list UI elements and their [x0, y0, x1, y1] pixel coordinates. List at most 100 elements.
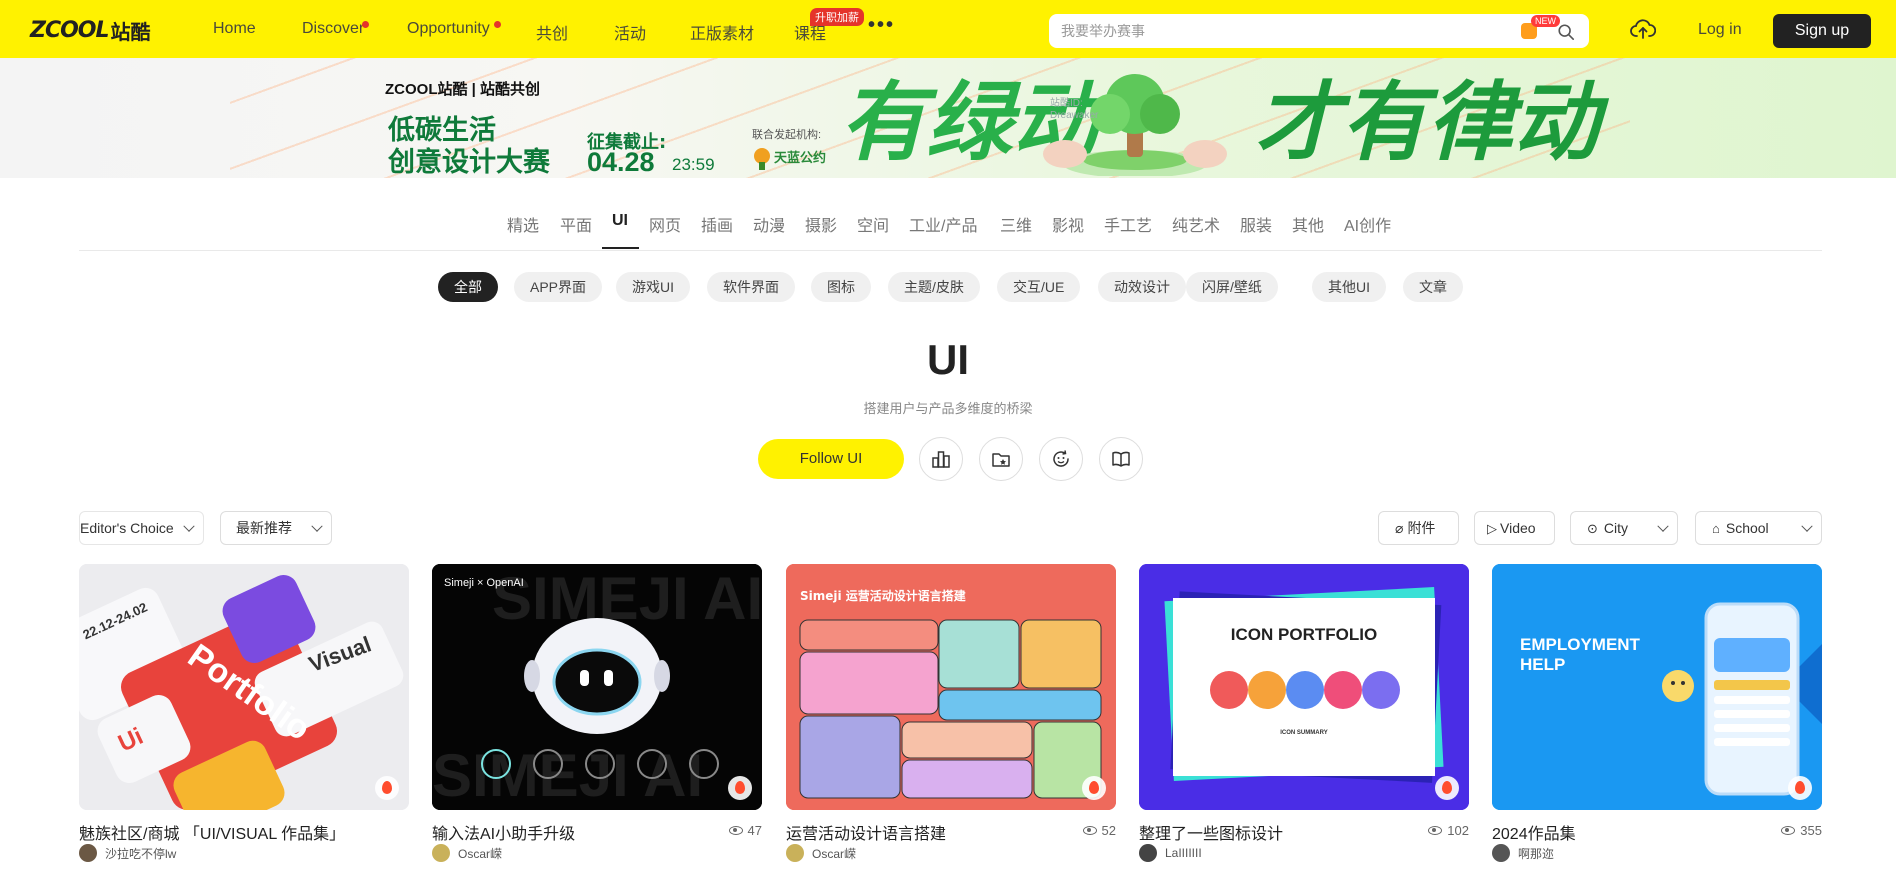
tab-dongman[interactable]: 动漫	[753, 212, 785, 236]
c2-watermark-bottom: SIMEJI AI	[432, 742, 703, 809]
tab-ai-chuangzuo[interactable]: AI创作	[1344, 212, 1391, 236]
refresh-button[interactable]	[1039, 437, 1083, 481]
tab-chahua[interactable]: 插画	[701, 212, 733, 236]
hot-fire-icon	[1435, 776, 1459, 800]
work-author[interactable]: 沙拉吃不停lw	[79, 844, 176, 862]
work-thumbnail[interactable]: EMPLOYMENT HELP	[1492, 564, 1822, 810]
banner-organizer-label: 联合发起机构:	[752, 129, 822, 141]
sort-label: 最新推荐	[236, 520, 292, 536]
nav-huodong[interactable]: 活动	[614, 20, 646, 44]
work-title[interactable]: 运营活动设计语言搭建	[786, 820, 946, 844]
banner-deadline-date: 04.28	[587, 147, 655, 177]
tab-fuzhuang[interactable]: 服装	[1240, 212, 1272, 236]
subtab-articles[interactable]: 文章	[1403, 272, 1463, 302]
city-label: City	[1603, 520, 1629, 536]
sort-select[interactable]: 最新推荐	[220, 511, 332, 545]
work-author[interactable]: 啊那迩	[1492, 844, 1554, 862]
video-label: Video	[1500, 520, 1536, 536]
tab-qita[interactable]: 其他	[1292, 212, 1324, 236]
search-box: NEW	[1049, 14, 1589, 48]
avatar	[786, 844, 804, 862]
tab-gongye-chanpin[interactable]: 工业/产品	[909, 212, 977, 236]
chevron-down-icon	[1657, 520, 1669, 532]
tab-kongjian[interactable]: 空间	[857, 212, 889, 236]
nav-opportunity[interactable]: Opportunity	[407, 20, 490, 38]
work-title[interactable]: 输入法AI小助手升级	[432, 820, 575, 844]
active-tab-underline	[602, 247, 639, 249]
subtab-game-ui[interactable]: 游戏UI	[616, 272, 690, 302]
work-thumbnail[interactable]: 22.12-24.02 Portfolio Visual Ui	[79, 564, 409, 810]
tab-wangye[interactable]: 网页	[649, 212, 681, 236]
refresh-smile-icon	[1053, 450, 1069, 467]
subtab-icons[interactable]: 图标	[811, 272, 871, 302]
logo-text-en: ZCOOL	[30, 17, 110, 43]
tab-chunyishu[interactable]: 纯艺术	[1172, 212, 1220, 236]
work-thumbnail[interactable]: ICON PORTFOLIO ICON SUMMARY	[1139, 564, 1469, 810]
work-title[interactable]: 2024作品集	[1492, 820, 1576, 844]
author-name: 啊那迩	[1518, 846, 1555, 861]
search-input[interactable]	[1061, 21, 1461, 41]
nav-home[interactable]: Home	[213, 20, 256, 38]
tab-sanwei[interactable]: 三维	[1000, 212, 1032, 236]
banner-mini-text-1: 站酷ID:	[1050, 98, 1083, 109]
subtab-software[interactable]: 软件界面	[707, 272, 795, 302]
attachment-filter[interactable]: ⌀ 附件	[1378, 511, 1459, 545]
hot-fire-icon	[1082, 776, 1106, 800]
banner-mini-text-2: Dreawaker	[1050, 110, 1099, 121]
banner-deadline-time: 23:59	[672, 155, 715, 174]
ranking-button[interactable]	[919, 437, 963, 481]
subtab-interaction-ue[interactable]: 交互/UE	[997, 272, 1081, 302]
tab-yingshi[interactable]: 影视	[1052, 212, 1084, 236]
work-title[interactable]: 整理了一些图标设计	[1139, 820, 1283, 844]
more-menu-icon[interactable]: •••	[868, 14, 895, 37]
subtab-splash-wallpaper[interactable]: 闪屏/壁纸	[1186, 272, 1278, 302]
tab-jingxuan[interactable]: 精选	[507, 212, 539, 236]
school-select[interactable]: ⌂ School	[1695, 511, 1822, 545]
tab-ui[interactable]: UI	[612, 212, 628, 230]
city-select[interactable]: ⊙ City	[1570, 511, 1678, 545]
nav-gongchuang[interactable]: 共创	[536, 20, 568, 44]
work-author[interactable]: Oscar嵘	[432, 844, 502, 862]
editors-choice-label: Editor's Choice	[80, 520, 174, 536]
work-author[interactable]: Oscar嵘	[786, 844, 856, 862]
chevron-down-icon	[311, 520, 323, 532]
tab-sheying[interactable]: 摄影	[805, 212, 837, 236]
zcool-logo[interactable]: ZCOOL 站酷	[30, 17, 151, 44]
login-link[interactable]: Log in	[1698, 21, 1742, 39]
nav-discover[interactable]: Discover	[302, 20, 364, 38]
signup-button[interactable]: Sign up	[1773, 14, 1871, 48]
promo-banner[interactable]: ZCOOL站酷 | 站酷共创 低碳生活 创意设计大赛 征集截止: 04.28 2…	[0, 58, 1896, 178]
avatar	[432, 844, 450, 862]
work-title[interactable]: 魅族社区/商城 「UI/VISUAL 作品集」	[79, 820, 345, 844]
search-icon[interactable]	[1557, 23, 1575, 41]
work-thumbnail[interactable]: SIMEJI AI SIMEJI AI Simeji × OpenAI	[432, 564, 762, 810]
nav-zhengban-sucai[interactable]: 正版素材	[690, 20, 754, 44]
paperclip-icon: ⌀	[1395, 520, 1404, 536]
collection-button[interactable]	[979, 437, 1023, 481]
follow-ui-button[interactable]: Follow UI	[758, 439, 904, 479]
eye-icon	[1082, 826, 1097, 835]
eye-icon	[728, 826, 743, 835]
work-thumbnail[interactable]: Simeji 运营活动设计语言搭建	[786, 564, 1116, 810]
subtab-app[interactable]: APP界面	[514, 272, 603, 302]
subtab-other-ui[interactable]: 其他UI	[1312, 272, 1386, 302]
subtab-motion[interactable]: 动效设计	[1098, 272, 1186, 302]
subtab-all[interactable]: 全部	[438, 272, 498, 302]
logo-text-cn: 站酷	[110, 19, 151, 44]
view-count: 47	[728, 823, 762, 838]
course-promo-badge: 升职加薪	[810, 8, 864, 26]
book-button[interactable]	[1099, 437, 1143, 481]
upload-cloud-icon[interactable]	[1630, 17, 1656, 41]
tab-shougongyi[interactable]: 手工艺	[1104, 212, 1152, 236]
tab-pingmian[interactable]: 平面	[560, 212, 592, 236]
employment-help-artwork: EMPLOYMENT HELP	[1492, 564, 1822, 810]
subtab-theme-skin[interactable]: 主题/皮肤	[888, 272, 980, 302]
c4-sub-text: ICON SUMMARY	[1280, 730, 1327, 736]
editors-choice-select[interactable]: Editor's Choice	[79, 511, 204, 545]
organizer-name: 天蓝公约	[774, 150, 826, 166]
tabs-divider	[79, 250, 1822, 251]
folder-star-icon	[992, 453, 1010, 467]
work-author[interactable]: LaIIIIIII	[1139, 844, 1202, 862]
video-filter[interactable]: ▷ Video	[1474, 511, 1555, 545]
view-count: 102	[1428, 823, 1469, 838]
